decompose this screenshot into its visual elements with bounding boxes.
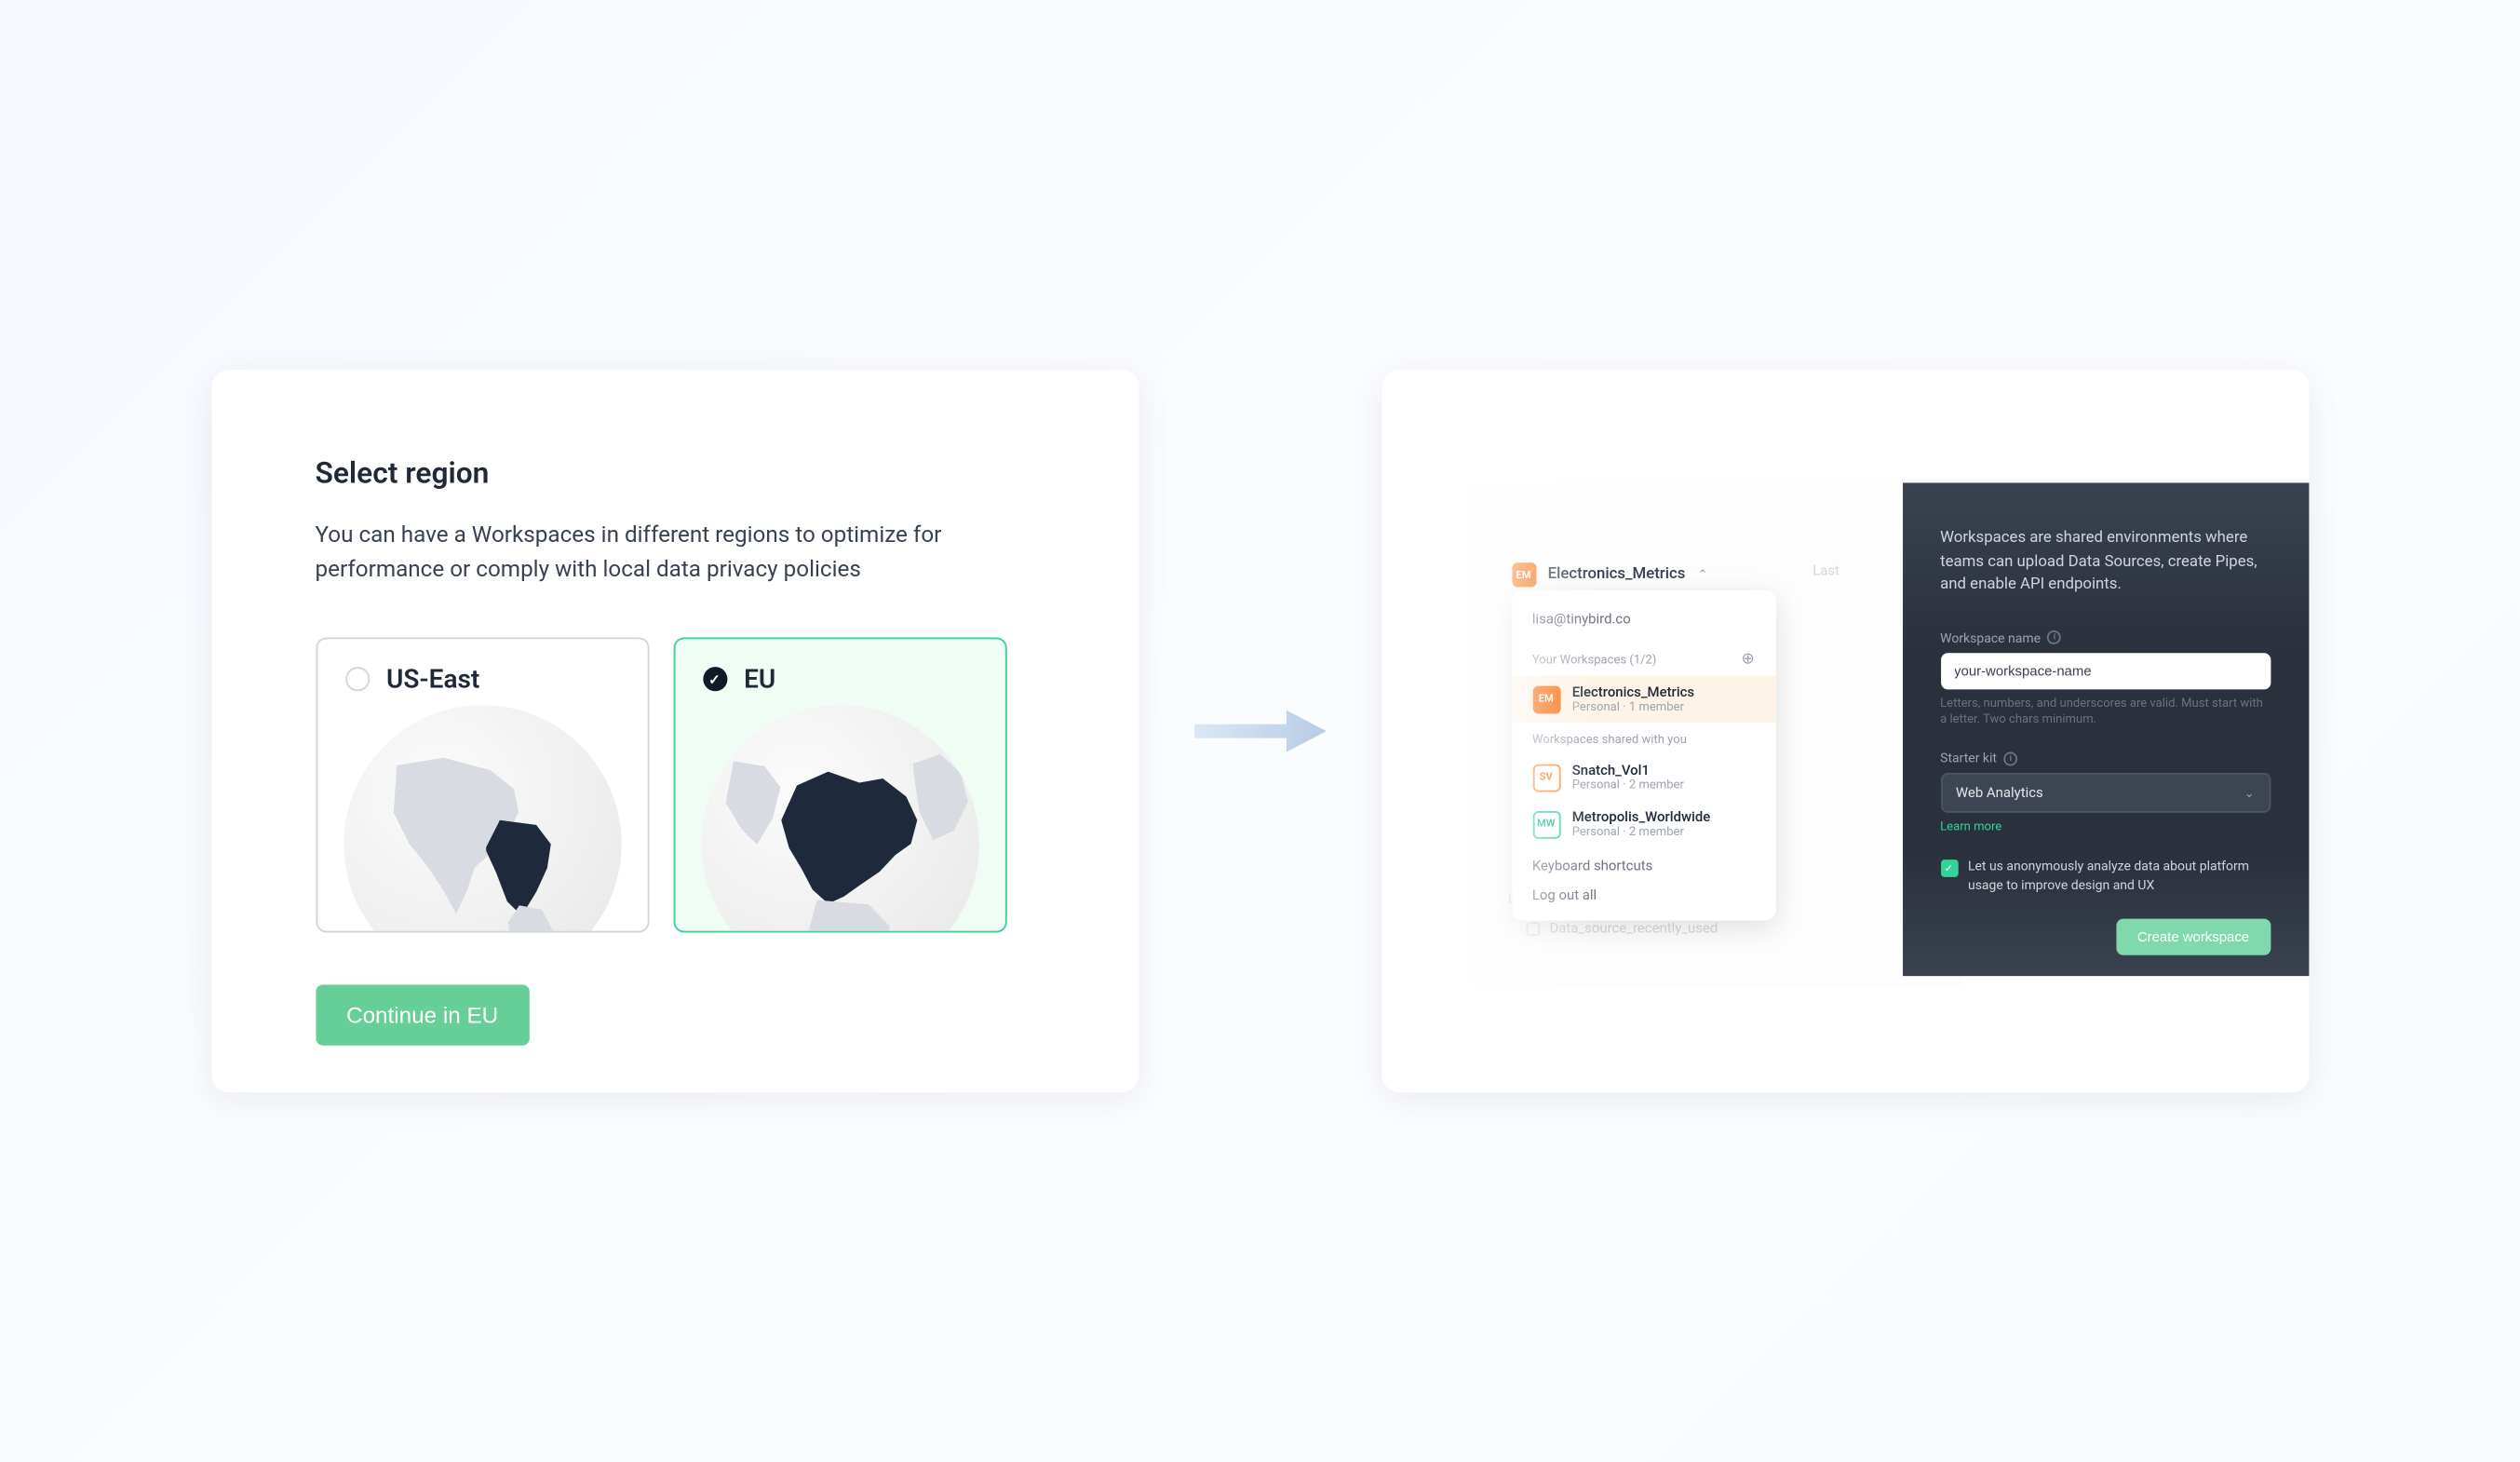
globe-us-icon [343,706,620,933]
region-label-eu: EU [744,664,775,696]
continue-button[interactable]: Continue in EU [315,985,529,1046]
create-workspace-button[interactable]: Create workspace [2116,919,2270,955]
consent-text: Let us anonymously analyze data about pl… [1968,858,2271,894]
workspace-name-label: Workspace name i [1940,629,2270,645]
globe-eu-icon [701,706,978,933]
region-select-card: Select region You can have a Workspaces … [211,370,1139,1092]
workspace-name-input[interactable] [1940,652,2270,688]
info-icon[interactable]: i [2003,751,2017,765]
learn-more-link[interactable]: Learn more [1940,819,2270,833]
chevron-down-icon: ⌄ [2244,786,2255,800]
create-workspace-panel: Workspaces are shared environments where… [1902,482,2308,976]
starter-kit-select[interactable]: Web Analytics ⌄ [1940,773,2270,813]
region-title: Select region [315,456,1033,491]
info-icon[interactable]: i [2048,630,2062,644]
workspace-create-card: EM Electronics_Metrics ⌃ Last lisa@tinyb… [1381,370,2309,1092]
header-right-text: Last [1813,562,1839,578]
radio-checked-icon [702,668,726,692]
region-options: US-East EU [315,638,1033,933]
consent-checkbox[interactable]: ✓ [1940,860,1958,877]
region-option-us-east[interactable]: US-East [315,638,648,933]
radio-unchecked-icon [344,668,369,692]
region-description: You can have a Workspaces in different r… [315,520,1009,589]
region-option-eu[interactable]: EU [673,638,1006,933]
workspace-name-hint: Letters, numbers, and underscores are va… [1940,696,2270,730]
chevron-up-icon: ⌃ [1697,568,1707,582]
panel-intro: Workspaces are shared environments where… [1940,528,2270,599]
starter-kit-label: Starter kit i [1940,751,2270,766]
fade-overlay [1381,448,1598,1004]
arrow-right-icon [1190,705,1328,757]
region-label-us: US-East [386,664,479,696]
add-workspace-icon[interactable]: ⊕ [1742,651,1755,669]
